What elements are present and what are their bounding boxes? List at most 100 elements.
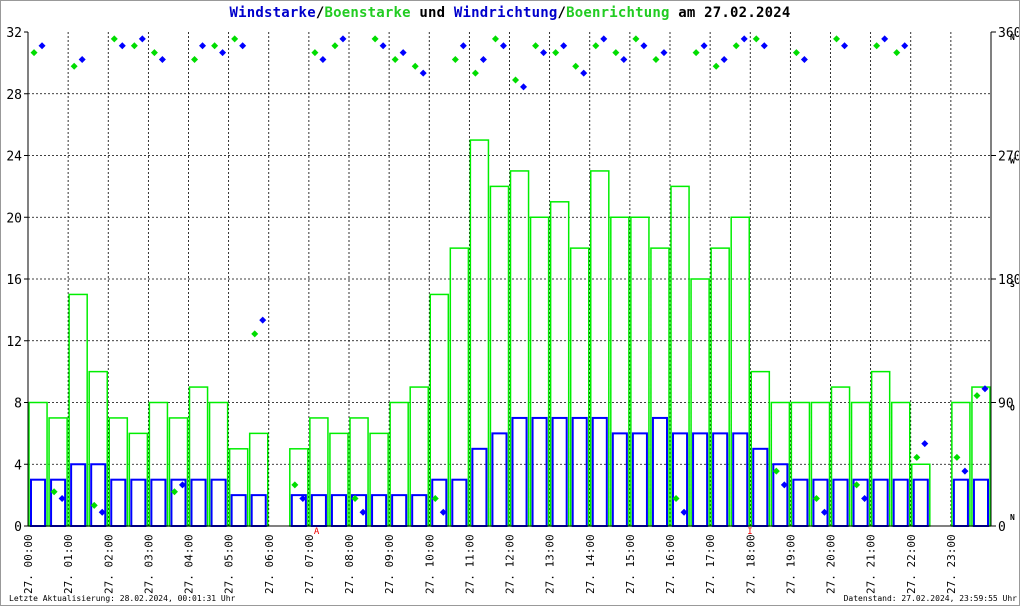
wind-direction-point <box>720 55 728 63</box>
wind-bar <box>70 463 87 527</box>
compass-label: N <box>1010 513 1015 522</box>
wind-bar <box>692 432 709 527</box>
x-tick-label: 27. 12:00 <box>504 534 517 594</box>
gust-direction-point <box>873 42 881 50</box>
gust-direction-point <box>311 49 319 57</box>
wind-direction-point <box>118 42 126 50</box>
gust-direction-point <box>732 42 740 50</box>
gust-direction-point <box>692 49 700 57</box>
x-tick-label: 27. 14:00 <box>584 534 597 594</box>
wind-direction-point <box>499 42 507 50</box>
y-tick-label: 0 <box>14 520 22 535</box>
gust-direction-point <box>451 55 459 63</box>
y-tick-label: 20 <box>6 211 22 226</box>
x-tick-label: 27. 09:00 <box>383 534 396 594</box>
wind-bar <box>471 447 488 527</box>
wind-direction-point <box>399 49 407 57</box>
wind-bar <box>90 463 107 527</box>
wind-direction-point <box>38 42 46 50</box>
x-tick-label: 27. 11:00 <box>463 534 476 594</box>
wind-direction-point <box>239 42 247 50</box>
wind-direction-point <box>199 42 207 50</box>
gust-direction-point <box>712 62 720 70</box>
wind-bar <box>230 494 247 527</box>
y-tick-label: 24 <box>6 150 22 165</box>
wind-direction-point <box>961 467 969 475</box>
wind-bar <box>371 494 388 527</box>
gust-direction-point <box>552 49 560 57</box>
wind-bar <box>631 432 648 527</box>
gust-direction-point <box>211 42 219 50</box>
event-marker: A <box>314 527 320 537</box>
wind-direction-point <box>580 69 588 77</box>
wind-direction-point <box>881 35 889 43</box>
y-tick-label: 12 <box>6 335 22 350</box>
gust-direction-point <box>953 453 961 461</box>
wind-bar <box>210 478 227 527</box>
x-tick-label: 27. 23:00 <box>945 534 958 594</box>
gust-direction-point <box>592 42 600 50</box>
wind-direction-point <box>700 42 708 50</box>
wind-bar <box>330 494 347 527</box>
wind-direction-point <box>459 42 467 50</box>
wind-bar <box>491 432 508 527</box>
gust-direction-point <box>792 49 800 57</box>
gust-direction-point <box>491 35 499 43</box>
x-tick-label: 27. 19:00 <box>784 534 797 594</box>
gust-direction-point <box>70 62 78 70</box>
wind-bar <box>50 478 67 527</box>
gust-direction-point <box>913 453 921 461</box>
y-tick-label: 16 <box>6 273 22 288</box>
compass-label: O <box>1010 404 1015 413</box>
gust-direction-point <box>371 35 379 43</box>
compass-label: S <box>1010 280 1015 289</box>
x-tick-label: 27. 02:00 <box>102 534 115 594</box>
wind-bar <box>531 416 548 527</box>
compass-label: N <box>1010 33 1015 42</box>
gust-direction-point <box>973 392 981 400</box>
gust-direction-point <box>612 49 620 57</box>
gust-direction-point <box>30 49 38 57</box>
wind-bar <box>451 478 468 527</box>
wind-direction-point <box>640 42 648 50</box>
gust-direction-point <box>331 42 339 50</box>
wind-direction-point <box>901 42 909 50</box>
wind-bar <box>551 416 568 527</box>
wind-bar <box>972 478 989 527</box>
wind-bar <box>872 478 889 527</box>
wind-direction-point <box>560 42 568 50</box>
wind-bar <box>591 416 608 527</box>
gust-direction-point <box>833 35 841 43</box>
wind-direction-point <box>660 49 668 57</box>
wind-direction-point <box>600 35 608 43</box>
wind-direction-point <box>921 440 929 448</box>
data-status: Datenstand: 27.02.2024, 23:59:55 Uhr <box>843 594 1017 603</box>
wind-direction-point <box>379 42 387 50</box>
wind-bar <box>150 478 167 527</box>
gust-direction-point <box>572 62 580 70</box>
wind-direction-point <box>479 55 487 63</box>
wind-direction-point <box>540 49 548 57</box>
wind-bar <box>952 478 969 527</box>
y-tick-label: 4 <box>14 458 22 473</box>
gust-direction-point <box>191 55 199 63</box>
wind-direction-point <box>841 42 849 50</box>
wind-bar <box>411 494 428 527</box>
wind-direction-point <box>78 55 86 63</box>
x-tick-label: 27. 22:00 <box>905 534 918 594</box>
wind-direction-point <box>158 55 166 63</box>
y2-tick-label: 0 <box>998 520 1006 535</box>
x-tick-label: 27. 04:00 <box>183 534 196 594</box>
gust-direction-point <box>471 69 479 77</box>
x-tick-label: 27. 16:00 <box>664 534 677 594</box>
wind-direction-point <box>339 35 347 43</box>
x-tick-label: 27. 00:00 <box>22 534 35 594</box>
x-tick-label: 27. 05:00 <box>223 534 236 594</box>
gust-direction-point <box>532 42 540 50</box>
wind-bar <box>792 478 809 527</box>
gust-direction-point <box>391 55 399 63</box>
y2-tick-label: 360 <box>998 26 1019 41</box>
wind-bar <box>571 416 588 527</box>
wind-direction-point <box>740 35 748 43</box>
last-update: Letzte Aktualisierung: 28.02.2024, 00:01… <box>9 594 236 603</box>
